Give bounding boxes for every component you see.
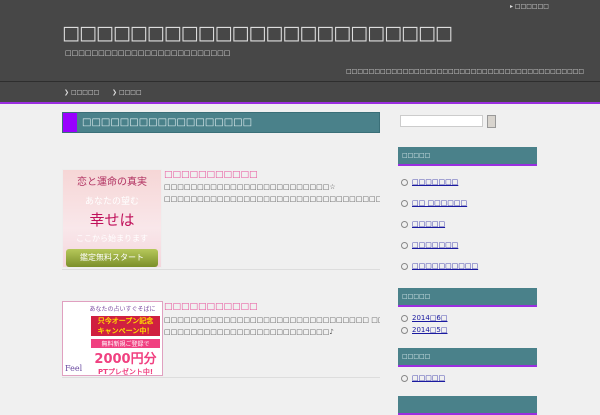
post-1-line-1: □□□□□□□□□□□□□□□□□□□□□□□□□☆ <box>164 183 336 191</box>
sidebar-link[interactable]: □□□□□□□□□□ <box>401 262 478 270</box>
banner-text: 只今オープン記念 <box>91 316 160 326</box>
banner-text: 幸せは <box>89 211 135 229</box>
widget-title: □□□□□ <box>398 147 537 166</box>
widget-title: □□□□□ <box>398 288 537 307</box>
banner-text: ここから始まります <box>76 234 148 243</box>
nav-label: □□□□□ <box>70 89 100 96</box>
widget-title <box>398 396 537 415</box>
sidebar-link[interactable]: □□□□□ <box>401 220 445 228</box>
banner-brand: Feel <box>65 364 83 373</box>
post-1-title[interactable]: □□□□□□□□□□□ <box>164 170 258 180</box>
site-tagline: □□□□□□□□□□□□□□□□□□□□□□□□□ <box>65 49 231 57</box>
chevron-right-icon: ❯ <box>64 89 71 96</box>
top-link-label: □□□□□□ <box>514 3 549 10</box>
title-accent <box>63 113 77 132</box>
archive-link[interactable]: 2014□5□ <box>401 326 448 334</box>
banner-text: あなたの望む <box>84 197 139 207</box>
banner-text: 恋と運命の真実 <box>77 177 147 188</box>
banner-start-button: 鑑定無料スタート <box>66 249 158 267</box>
nav-label: □□□□ <box>118 89 142 96</box>
banner-text: 無料新規ご登録で <box>91 339 160 348</box>
post-2-line-2: □□□□□□□□□□□□□□□□□□□□□□□□□♪ <box>164 328 334 336</box>
nav-item-1[interactable]: ❯ □□□□□ <box>64 89 99 96</box>
post-1-banner[interactable]: 恋と運命の真実 あなたの望む 幸せは ここから始まります 鑑定無料スタート <box>62 169 162 268</box>
chevron-right-icon: ❯ <box>112 89 119 96</box>
site-description: □□□□□□□□□□□□□□□□□□□□□□□□□□□□□□□□□□□□□□□□… <box>346 68 585 75</box>
nav-item-2[interactable]: ❯ □□□□ <box>112 89 142 96</box>
top-link[interactable]: ▸ □□□□□□ <box>510 3 549 10</box>
category-link[interactable]: □□□□□ <box>401 374 445 382</box>
post-divider <box>62 269 380 270</box>
page-title: □□□□□□□□□□□□□□□□□□ <box>82 117 253 128</box>
search-button[interactable] <box>487 115 496 128</box>
page-title-bar: □□□□□□□□□□□□□□□□□□ <box>62 112 380 133</box>
post-2-title[interactable]: □□□□□□□□□□□ <box>164 302 258 312</box>
banner-text: キャンペーン中！ <box>91 326 160 336</box>
post-2-banner[interactable]: あなたの占いすぐそばに 只今オープン記念 キャンペーン中！ 無料新規ご登録で 2… <box>62 301 163 376</box>
sidebar-link[interactable]: □□□□□□□ <box>401 178 458 186</box>
post-2-line-1: □□□□□□□□□□□□□□□□□□□□□□□□□□□□□□□ □□□□□□□□… <box>164 316 380 324</box>
search-input[interactable] <box>400 115 483 127</box>
post-divider <box>62 377 380 378</box>
banner-text: あなたの占いすぐそばに <box>89 306 156 313</box>
widget-title: □□□□□ <box>398 348 537 367</box>
site-title[interactable]: □□□□□□□□□□□□□□□□□□□□□□□ <box>62 22 452 44</box>
sidebar-link[interactable]: □□ □□□□□□ <box>401 199 467 207</box>
post-1-line-2: □□□□□□□□□□□□□□□□□□□□□□□□□□□□□□□□□□□□□□□□… <box>164 195 380 203</box>
sidebar-link[interactable]: □□□□□□□ <box>401 241 458 249</box>
archive-link[interactable]: 2014□6□ <box>401 314 448 322</box>
